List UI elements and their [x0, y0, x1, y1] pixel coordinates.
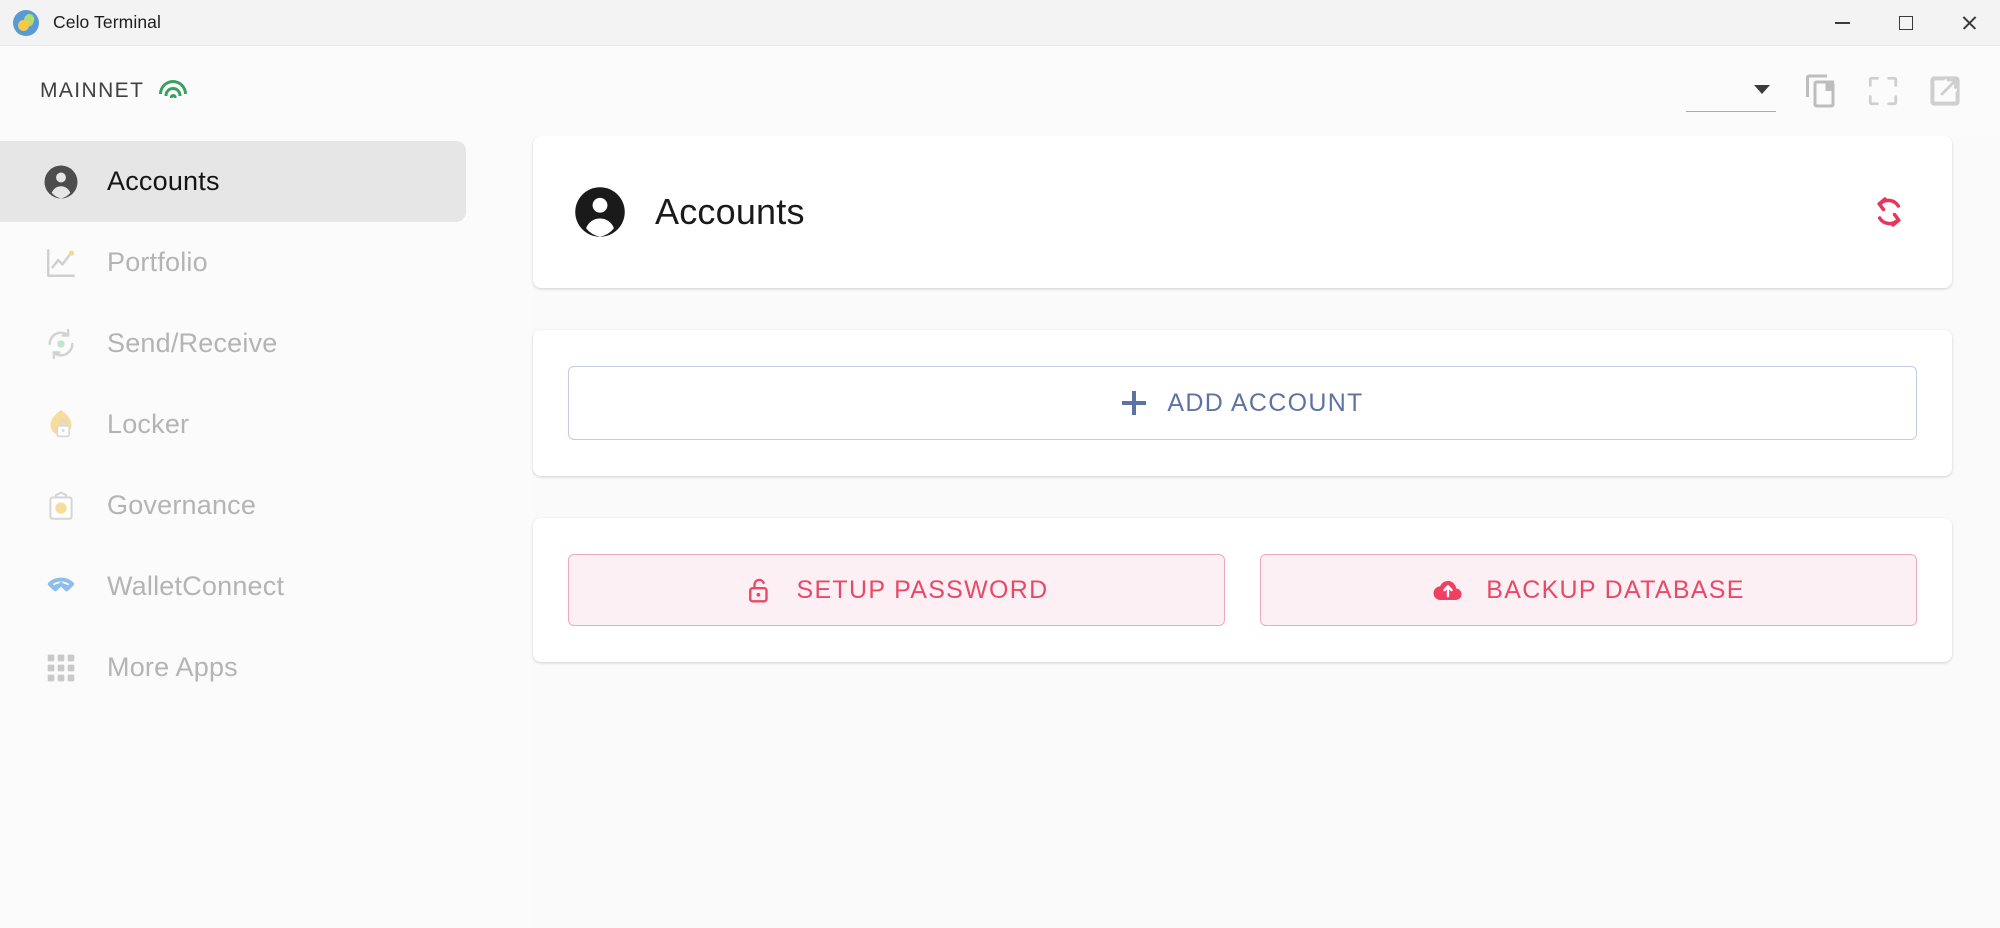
- minimize-icon: [1835, 22, 1850, 24]
- add-account-card-body: ADD ACCOUNT: [533, 330, 1952, 476]
- sidebar-item-label: Locker: [107, 409, 190, 439]
- window-title: Celo Terminal: [53, 12, 161, 32]
- refresh-button[interactable]: [1862, 185, 1916, 239]
- open-external-button[interactable]: [1918, 64, 1972, 118]
- app-header-actions: [1686, 46, 1972, 136]
- sidebar-item-label: Send/Receive: [107, 328, 278, 358]
- sidebar-item-portfolio[interactable]: Portfolio: [0, 222, 466, 303]
- apps-grid-icon: [42, 649, 80, 687]
- account-actions-card-body: SETUP PASSWORD BACKUP DATABASE: [533, 518, 1952, 662]
- accounts-header-card: Accounts: [533, 136, 1952, 288]
- fullscreen-button[interactable]: [1856, 64, 1910, 118]
- sidebar-item-label: Accounts: [107, 166, 220, 196]
- backup-database-label: BACKUP DATABASE: [1486, 575, 1745, 604]
- action-button-row: SETUP PASSWORD BACKUP DATABASE: [568, 554, 1917, 626]
- locker-icon: [42, 406, 80, 444]
- minimize-button[interactable]: [1811, 0, 1874, 46]
- fullscreen-icon: [1868, 76, 1898, 106]
- cloud-upload-icon: [1433, 580, 1462, 601]
- close-icon: [1961, 15, 1977, 31]
- sidebar-item-send-receive[interactable]: Send/Receive: [0, 303, 466, 384]
- title-bar-left: Celo Terminal: [0, 9, 161, 36]
- sidebar-item-governance[interactable]: Governance: [0, 465, 466, 546]
- celo-logo-icon: [13, 9, 39, 36]
- sidebar-item-walletconnect[interactable]: WalletConnect: [0, 546, 466, 627]
- maximize-icon: [1898, 16, 1913, 30]
- add-account-label: ADD ACCOUNT: [1167, 388, 1364, 417]
- select-underline: [1686, 110, 1776, 112]
- app-header-bar: MAINNET: [0, 46, 2000, 136]
- line-chart-icon: [42, 244, 80, 282]
- plus-icon: [1121, 390, 1147, 416]
- setup-password-label: SETUP PASSWORD: [796, 575, 1049, 604]
- title-bar: Celo Terminal: [0, 0, 2000, 46]
- exchange-icon: [42, 325, 80, 363]
- app-body: Accounts Portfolio Send/Receive Locker G…: [0, 136, 2000, 928]
- account-select[interactable]: [1686, 68, 1776, 114]
- sidebar-item-label: WalletConnect: [107, 571, 285, 601]
- refresh-icon: [1877, 197, 1901, 227]
- copy-icon: [1806, 74, 1835, 108]
- wifi-icon: [158, 79, 188, 103]
- page-header: Accounts: [533, 136, 1952, 288]
- network-label: MAINNET: [40, 79, 145, 102]
- person-icon: [42, 163, 80, 201]
- maximize-button[interactable]: [1874, 0, 1937, 46]
- backup-database-button[interactable]: BACKUP DATABASE: [1260, 554, 1917, 626]
- add-account-button[interactable]: ADD ACCOUNT: [568, 366, 1917, 440]
- sidebar-item-locker[interactable]: Locker: [0, 384, 466, 465]
- copy-button[interactable]: [1794, 64, 1848, 118]
- main-content: Accounts ADD ACCOUNT SETUP PASSWORD BACK…: [533, 136, 2000, 928]
- sidebar-item-label: Governance: [107, 490, 257, 520]
- account-actions-card: SETUP PASSWORD BACKUP DATABASE: [533, 518, 1952, 662]
- walletconnect-icon: [42, 568, 80, 606]
- person-icon: [573, 185, 627, 239]
- sidebar-item-more-apps[interactable]: More Apps: [0, 627, 466, 708]
- sidebar-item-accounts[interactable]: Accounts: [0, 141, 466, 222]
- ballot-icon: [42, 487, 80, 525]
- open-external-icon: [1930, 76, 1960, 106]
- sidebar-item-label: Portfolio: [107, 247, 208, 277]
- sidebar-item-label: More Apps: [107, 652, 238, 682]
- network-indicator[interactable]: MAINNET: [0, 79, 188, 103]
- add-account-card: ADD ACCOUNT: [533, 330, 1952, 476]
- chevron-down-icon: [1754, 85, 1770, 94]
- window-controls: [1811, 0, 2000, 46]
- close-button[interactable]: [1937, 0, 2000, 46]
- setup-password-button[interactable]: SETUP PASSWORD: [568, 554, 1225, 626]
- unlock-icon: [749, 578, 769, 603]
- sidebar: Accounts Portfolio Send/Receive Locker G…: [0, 136, 533, 928]
- page-title: Accounts: [655, 191, 805, 232]
